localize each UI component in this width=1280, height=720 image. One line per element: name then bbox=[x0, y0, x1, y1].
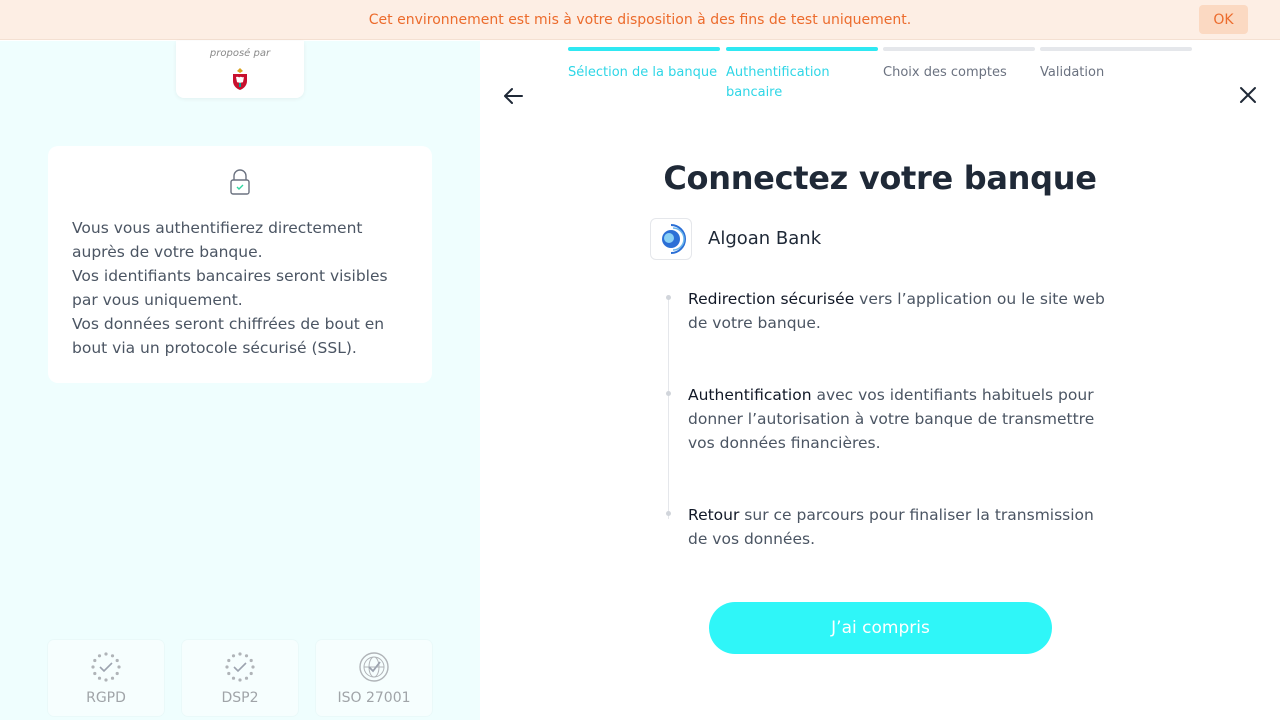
step-title: Retour bbox=[688, 506, 740, 524]
step-progress-bar bbox=[1040, 47, 1192, 51]
badge-label: ISO 27001 bbox=[337, 690, 411, 706]
step-title: Authentification bbox=[688, 386, 812, 404]
page-title: Connectez votre banque bbox=[663, 159, 1097, 197]
step-label: Validation bbox=[1040, 65, 1105, 80]
info-line: Vos données seront chiffrées de bout en … bbox=[72, 315, 385, 357]
stepper-step-bank-selection: Sélection de la banque bbox=[568, 47, 720, 83]
bank-name: Algoan Bank bbox=[708, 228, 822, 249]
timeline-dot bbox=[666, 391, 671, 396]
info-line: Vous vous authentifierez directement aup… bbox=[72, 219, 363, 261]
understood-button[interactable]: J’ai compris bbox=[709, 602, 1052, 654]
badge-iso27001: ISO 27001 bbox=[316, 640, 432, 716]
stepper-step-validation: Validation bbox=[1040, 47, 1192, 83]
lock-icon bbox=[230, 169, 250, 195]
step-progress-bar bbox=[883, 47, 1035, 51]
close-icon[interactable] bbox=[1236, 83, 1260, 107]
info-line: Vos identifiants bancaires seront visibl… bbox=[72, 267, 388, 309]
step-authentication: Authentification avec vos identifiants h… bbox=[688, 383, 1118, 455]
arrow-left-icon[interactable] bbox=[500, 83, 526, 109]
test-environment-banner: Cet environnement est mis à votre dispos… bbox=[0, 0, 1280, 40]
proposed-by-card: proposé par bbox=[176, 41, 304, 98]
step-redirection: Redirection sécurisée vers l’application… bbox=[688, 287, 1118, 335]
timeline-dot bbox=[666, 295, 671, 300]
step-label: Authentification bancaire bbox=[726, 65, 830, 100]
step-return: Retour sur ce parcours pour finaliser la… bbox=[688, 503, 1118, 551]
eu-stars-check-icon bbox=[225, 652, 255, 682]
steps-timeline bbox=[668, 299, 669, 519]
timeline-dot bbox=[666, 511, 671, 516]
badge-rgpd: RGPD bbox=[48, 640, 164, 716]
step-label: Sélection de la banque bbox=[568, 65, 718, 80]
globe-check-icon bbox=[359, 652, 389, 682]
badge-dsp2: DSP2 bbox=[182, 640, 298, 716]
security-info-card: Vous vous authentifierez directement aup… bbox=[48, 146, 432, 383]
step-description: sur ce parcours pour finaliser la transm… bbox=[688, 506, 1094, 548]
proposed-by-label: proposé par bbox=[209, 48, 271, 59]
security-info-text: Vous vous authentifierez directement aup… bbox=[72, 216, 412, 360]
stepper-step-authentication: Authentification bancaire bbox=[726, 47, 878, 103]
step-label: Choix des comptes bbox=[883, 65, 1007, 80]
banner-ok-button[interactable]: OK bbox=[1199, 5, 1248, 34]
step-progress-bar bbox=[726, 47, 878, 51]
badge-label: DSP2 bbox=[221, 690, 259, 706]
step-progress-bar bbox=[568, 47, 720, 51]
algoan-logo bbox=[650, 218, 692, 260]
badge-label: RGPD bbox=[86, 690, 126, 706]
eu-stars-check-icon bbox=[91, 652, 121, 682]
stepper-step-account-choice: Choix des comptes bbox=[883, 47, 1035, 83]
step-title: Redirection sécurisée bbox=[688, 290, 855, 308]
banner-message: Cet environnement est mis à votre dispos… bbox=[368, 12, 912, 28]
connect-bank-panel: Sélection de la banque Authentification … bbox=[480, 41, 1280, 720]
left-info-panel: proposé par Vous vous authentifierez dir… bbox=[0, 41, 480, 720]
club-crest-logo bbox=[233, 68, 247, 90]
